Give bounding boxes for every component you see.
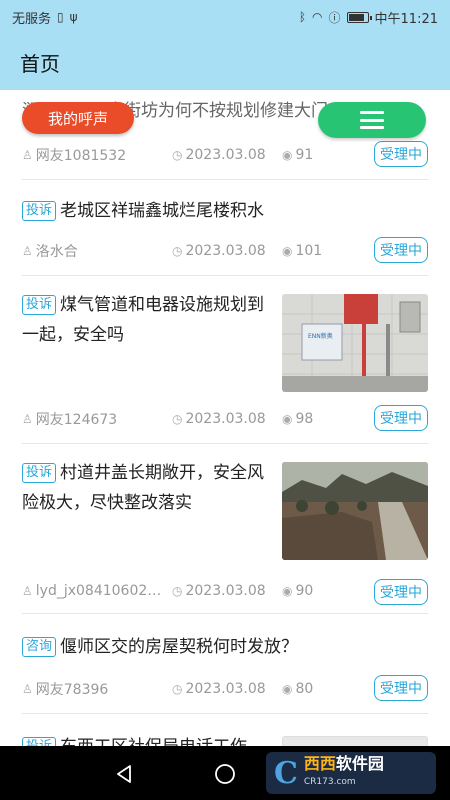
- item-thumbnail: [282, 462, 428, 560]
- clock: 中午11:21: [374, 11, 438, 27]
- clock-icon: ◷: [172, 584, 183, 598]
- item-title: 偃师区交的房屋契税何时发放？: [60, 637, 299, 657]
- watermark-logo: C 西西软件园 CR173.com: [266, 752, 436, 794]
- list-item[interactable]: 咨询 偃师区交的房屋契税何时发放？ ♙ 网友78396 ◷ 2023.03.08 ◉ 8…: [22, 614, 428, 714]
- bluetooth-icon: ᛒ: [298, 10, 307, 24]
- watermark-c-icon: C: [274, 755, 298, 791]
- item-author: 洛水合: [35, 244, 78, 260]
- list-item[interactable]: 投诉 老城区祥瑞鑫城烂尾楼积水 ♙ 洛水合 ◷ 2023.03.08 ◉ 101 受理中: [22, 180, 428, 276]
- item-title-row: 投诉东西工区社保局电话工作: [22, 714, 272, 746]
- sim-icon: ▯: [57, 10, 64, 24]
- eye-icon: ◉: [282, 682, 293, 696]
- item-title: 煤气管道和电器设施规划到一起，安全吗: [22, 295, 265, 345]
- item-date: 2023.03.08: [185, 243, 266, 259]
- wifi-icon: ◠: [312, 10, 323, 24]
- item-date: 2023.03.08: [185, 583, 266, 599]
- item-title: 东西工区社保局电话工作: [60, 737, 247, 746]
- item-views: 80: [295, 681, 314, 697]
- app-header: 首页: [0, 34, 450, 90]
- item-meta: ♙ lyd_jx08410602… ◷ 2023.03.08 ◉ 90 受理中: [22, 579, 428, 605]
- item-thumbnail: ENN新奥: [282, 294, 428, 392]
- carrier-text: 无服务: [12, 11, 52, 27]
- category-tag: 投诉: [22, 463, 57, 483]
- item-meta: ♙ 洛水合 ◷ 2023.03.08 ◉ 101 受理中: [22, 237, 428, 263]
- category-tag: 投诉: [22, 201, 57, 221]
- category-tag: 投诉: [22, 737, 57, 746]
- list-item[interactable]: 投诉东西工区社保局电话工作: [22, 714, 428, 746]
- item-title-row: 投诉 村道井盖长期敞开，安全风险极大，尽快整改落实: [22, 444, 272, 518]
- user-icon: ♙: [22, 682, 33, 696]
- status-badge: 受理中: [374, 237, 428, 263]
- item-meta: ♙ 网友124673 ◷ 2023.03.08 ◉ 98 受理中: [22, 405, 428, 431]
- system-nav-bar: C 西西软件园 CR173.com: [0, 746, 450, 800]
- menu-button[interactable]: [318, 102, 426, 138]
- status-badge: 受理中: [374, 141, 428, 167]
- item-title: 老城区祥瑞鑫城烂尾楼积水: [60, 201, 265, 221]
- item-author: 网友124673: [35, 412, 118, 428]
- item-author: 网友78396: [35, 682, 109, 698]
- item-author: 网友1081532: [35, 148, 127, 164]
- clock-icon: ◷: [172, 244, 183, 258]
- item-title-row: 投诉 老城区祥瑞鑫城烂尾楼积水: [22, 180, 428, 226]
- item-author: lyd_jx08410602…: [35, 583, 162, 599]
- item-views: 91: [295, 147, 314, 163]
- category-tag: 咨询: [22, 637, 57, 657]
- hamburger-icon: [360, 111, 384, 129]
- user-icon: ♙: [22, 584, 33, 598]
- page-title: 首页: [20, 51, 60, 76]
- user-icon: ♙: [22, 148, 33, 162]
- clock-icon: ◷: [172, 682, 183, 696]
- item-views: 101: [295, 243, 323, 259]
- item-title-row: 咨询 偃师区交的房屋契税何时发放？: [22, 614, 428, 662]
- home-icon[interactable]: [214, 763, 236, 785]
- item-date: 2023.03.08: [185, 681, 266, 697]
- item-title: 村道井盖长期敞开，安全风险极大，尽快整改落实: [22, 463, 265, 513]
- usb-icon: ψ: [69, 10, 78, 24]
- category-tag: 投诉: [22, 295, 57, 315]
- meter-label: ENN新奥: [308, 332, 333, 340]
- user-icon: ♙: [22, 244, 33, 258]
- status-badge: 受理中: [374, 675, 428, 701]
- item-meta: ♙ 网友1081532 ◷ 2023.03.08 ◉ 91 受理中: [22, 141, 428, 167]
- eye-icon: ◉: [282, 148, 293, 162]
- status-badge: 受理中: [374, 579, 428, 605]
- clock-icon: ◷: [172, 148, 183, 162]
- alert-icon: ⓘ: [328, 10, 341, 25]
- item-thumbnail: [282, 736, 428, 746]
- item-date: 2023.03.08: [185, 147, 266, 163]
- watermark-sub: 软件园: [335, 754, 384, 773]
- my-voice-label: 我的呼声: [47, 109, 108, 128]
- battery-icon: [346, 11, 372, 23]
- item-meta: ♙ 网友78396 ◷ 2023.03.08 ◉ 80 受理中: [22, 675, 428, 701]
- item-title-row: 投诉 煤气管道和电器设施规划到一起，安全吗: [22, 276, 272, 350]
- watermark-main: 西西: [303, 754, 336, 773]
- watermark-url: CR173.com: [303, 777, 356, 787]
- status-badge: 受理中: [374, 405, 428, 431]
- status-bar: 无服务 ▯ ψ ᛒ ◠ ⓘ 中午11:21: [0, 0, 450, 34]
- eye-icon: ◉: [282, 412, 293, 426]
- eye-icon: ◉: [282, 584, 293, 598]
- item-views: 90: [295, 583, 314, 599]
- my-voice-button[interactable]: 我的呼声: [22, 102, 134, 134]
- list-item[interactable]: 投诉 村道井盖长期敞开，安全风险极大，尽快整改落实 ♙ lyd_jx08410602…: [22, 444, 428, 614]
- clock-icon: ◷: [172, 412, 183, 426]
- item-date: 2023.03.08: [185, 411, 266, 427]
- back-icon[interactable]: [114, 764, 134, 784]
- item-views: 98: [295, 411, 314, 427]
- eye-icon: ◉: [282, 244, 293, 258]
- list-item[interactable]: 投诉 煤气管道和电器设施规划到一起，安全吗 ENN新奥 ♙ 网友124673 ◷…: [22, 276, 428, 444]
- petition-list: 涧西区一号南街坊为何不按规划修建大门 ♙ 网友1081532 ◷ 2023.03.0…: [0, 90, 450, 746]
- user-icon: ♙: [22, 412, 33, 426]
